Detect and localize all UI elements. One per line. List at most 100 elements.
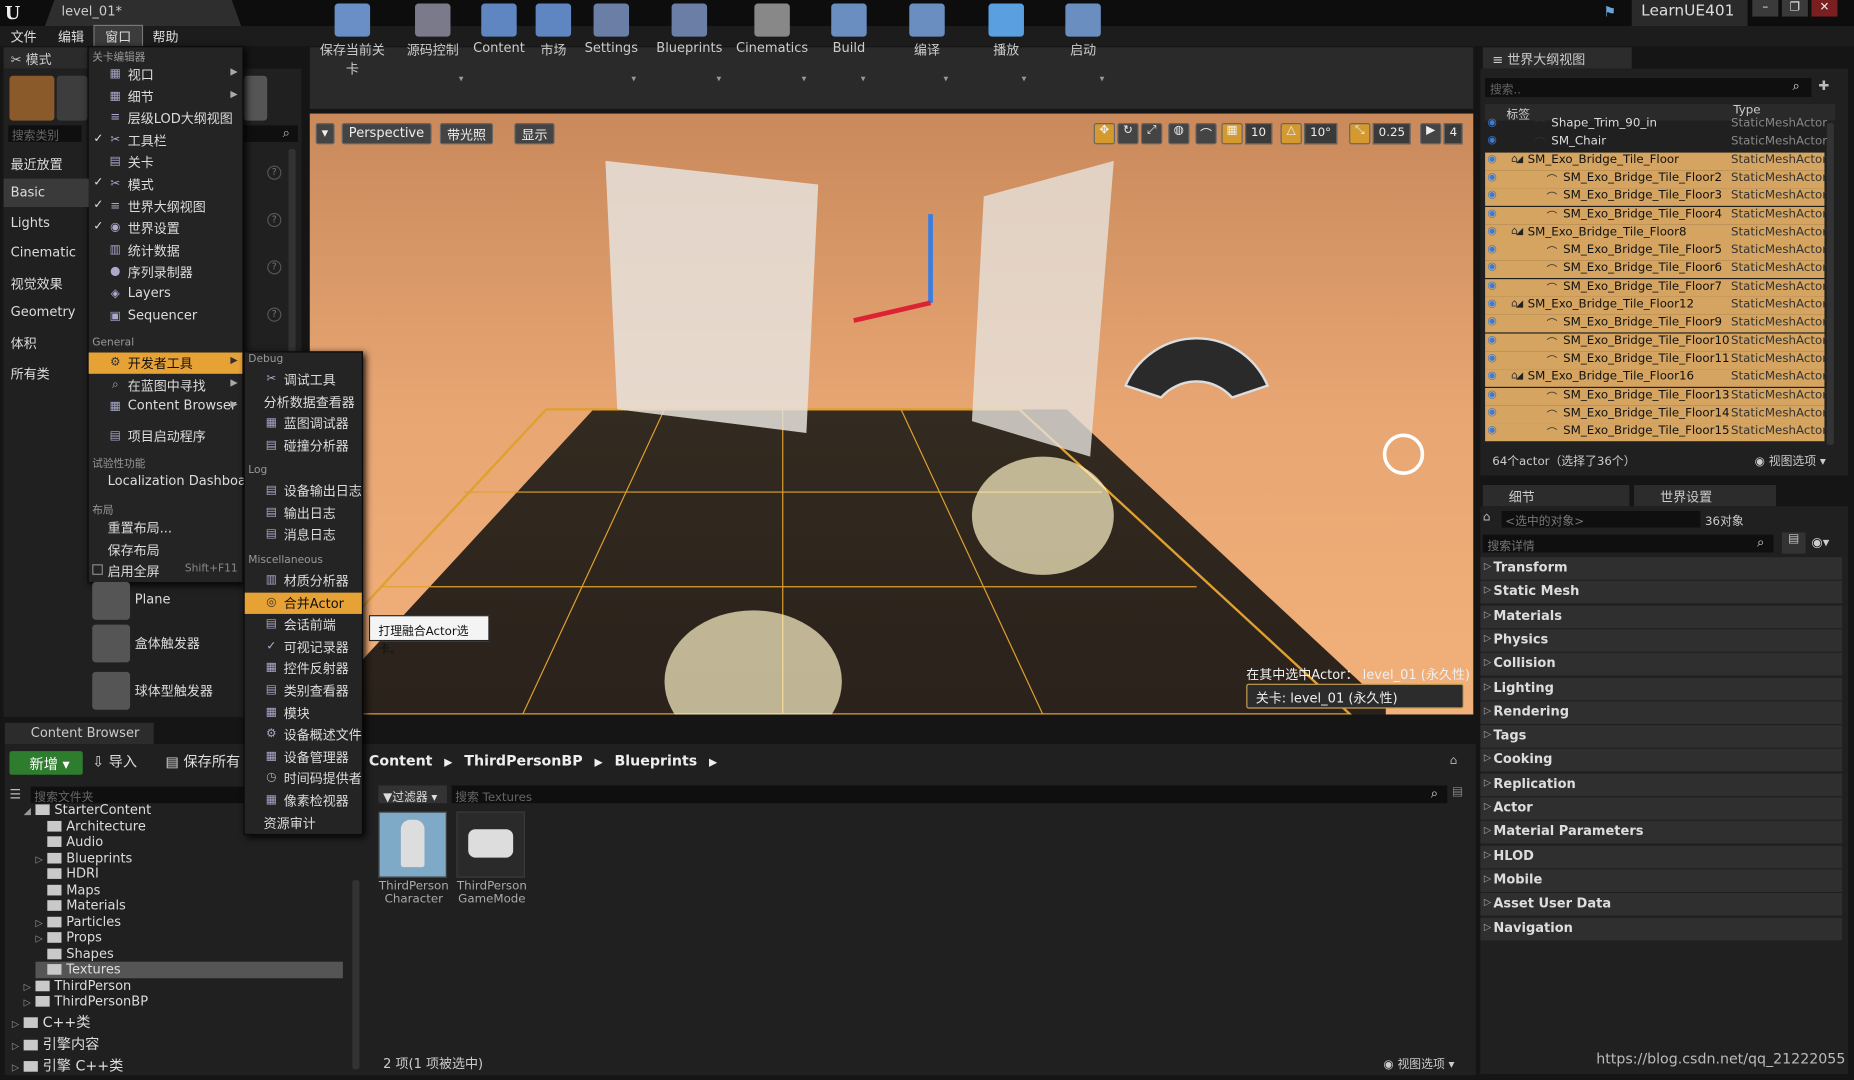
outliner-row[interactable]: ◉ ⌒ SM_Exo_Bridge_Tile_Floor9 StaticMeshAct… [1485, 315, 1827, 333]
folder-tree-scrollbar[interactable] [352, 880, 360, 1070]
dev-menu-item[interactable]: ✓ 可视记录器 [245, 636, 362, 657]
details-section-actor[interactable]: Actor [1480, 797, 1843, 820]
outliner-view-options[interactable]: ◉ 视图选项 ▾ [1755, 451, 1826, 468]
restore-icon[interactable]: ❐ [1781, 0, 1808, 17]
visibility-eye-icon[interactable]: ◉ [1487, 334, 1501, 346]
help-icon[interactable]: ? [267, 212, 282, 228]
details-section-cooking[interactable]: Cooking [1480, 749, 1843, 772]
save-all-button[interactable]: ▤ 保存所有 [166, 751, 241, 771]
toolbar-button-10[interactable]: 启动 [1057, 3, 1109, 61]
details-section-collision[interactable]: Collision [1480, 653, 1843, 676]
toolbar-button-1[interactable]: 源码控制 [397, 3, 468, 61]
dev-menu-item[interactable]: ▦ 像素检视器 [245, 790, 362, 811]
grid-size-value[interactable]: 10 [1245, 123, 1272, 145]
minimize-icon[interactable]: – [1752, 0, 1779, 17]
folder-tree-item[interactable]: ▷ ThirdPerson [24, 978, 132, 995]
outliner-row[interactable]: ◉ ⌒ SM_Exo_Bridge_Tile_Floor11 StaticMeshAc… [1485, 351, 1827, 369]
details-section-hlod[interactable]: HLOD [1480, 845, 1843, 868]
camera-speed-value[interactable]: 4 [1443, 123, 1464, 145]
asset-tile[interactable]: ThirdPerson Character [378, 811, 449, 917]
outliner-row[interactable]: ◉ ⌒ SM_Exo_Bridge_Tile_Floor13 StaticMeshAc… [1485, 387, 1827, 406]
sources-panel-icon[interactable]: ☰ [9, 787, 21, 802]
breadcrumb-item[interactable]: Content [369, 752, 433, 769]
folder-tree-item[interactable]: ▷ ThirdPersonBP [24, 994, 148, 1011]
dev-menu-item[interactable]: ▦ 蓝图调试器 [245, 413, 362, 434]
window-menu-item[interactable]: ▣ Sequencer [89, 306, 243, 327]
scale-tool-icon[interactable]: ⤢ [1141, 123, 1163, 145]
dev-menu-item[interactable]: 分析数据查看器 [245, 391, 362, 412]
chevron-down-icon[interactable]: ▾ [1100, 73, 1105, 84]
modes-tab[interactable]: ✂ 模式 [3, 47, 89, 69]
content-browser-tab[interactable]: Content Browser [4, 722, 154, 745]
outliner-row[interactable]: ◉ ⌒ Shape_Trim_90_in StaticMeshActor [1485, 116, 1827, 134]
visibility-eye-icon[interactable]: ◉ [1487, 226, 1501, 238]
outliner-row[interactable]: ◉ ◢ ⌂ SM_Exo_Bridge_Tile_Floor16 StaticMeshA… [1485, 369, 1827, 388]
outliner-row[interactable]: ◉ ⌒ SM_Exo_Bridge_Tile_Floor15 StaticMeshAc… [1485, 423, 1827, 442]
visibility-eye-icon[interactable]: ◉ [1487, 189, 1501, 201]
translate-tool-icon[interactable]: ✥ [1093, 123, 1116, 145]
category-1[interactable]: Basic [3, 178, 89, 208]
breadcrumb-item[interactable]: ThirdPersonBP [464, 752, 582, 769]
outliner-row[interactable]: ◉ ⌒ SM_Exo_Bridge_Tile_Floor7 StaticMeshAct… [1485, 278, 1827, 297]
asset-search-input[interactable]: 搜索 Textures [451, 785, 1448, 804]
show-button[interactable]: 显示 [514, 123, 555, 145]
window-menu-item[interactable]: ▥ 统计数据 [89, 240, 243, 261]
dev-menu-item[interactable]: ▤ 设备输出日志 [245, 480, 362, 501]
window-menu-item[interactable]: ● 序列录制器 [89, 262, 243, 283]
details-tab[interactable]: 细节 [1482, 484, 1630, 507]
grid-snap-icon[interactable]: ▦ [1221, 123, 1243, 145]
asset-tile[interactable]: ThirdPerson GameMode [456, 811, 527, 917]
expand-icon[interactable]: ◢ [24, 806, 36, 817]
folder-tree-item[interactable]: ▷ C++类 [12, 1011, 91, 1032]
world-outliner-tab[interactable]: ≡ 世界大纲视图 [1482, 47, 1632, 69]
window-menu-item[interactable]: 重置布局... [89, 517, 243, 538]
toolbar-button-3[interactable]: 市场 [532, 3, 575, 61]
expand-icon[interactable]: ▷ [12, 1062, 24, 1073]
rotation-snap-icon[interactable]: △ [1280, 123, 1302, 145]
filters-button[interactable]: ▼过滤器 ▾ [378, 785, 447, 804]
window-menu-item[interactable]: ▤ 关卡 [89, 152, 243, 173]
viewport-options-button[interactable]: ▾ [315, 123, 335, 145]
visibility-eye-icon[interactable]: ◉ [1487, 389, 1501, 401]
outliner-row[interactable]: ◉ ⌒ SM_Exo_Bridge_Tile_Floor2 StaticMeshAct… [1485, 170, 1827, 188]
checkbox[interactable] [92, 564, 103, 576]
folder-tree-item[interactable]: Architecture [35, 818, 146, 835]
window-menu-item[interactable]: ⌕ 在蓝图中寻找 ▶ [89, 375, 243, 396]
chevron-down-icon[interactable]: ▾ [1022, 73, 1027, 84]
visibility-eye-icon[interactable]: ◉ [1487, 316, 1501, 328]
details-section-rendering[interactable]: Rendering [1480, 701, 1843, 724]
dev-menu-item[interactable]: ▤ 碰撞分析器 [245, 435, 362, 456]
dev-menu-item[interactable]: ⚙ 设备概述文件 [245, 724, 362, 745]
lock-icon[interactable]: ⌂ [1450, 755, 1458, 768]
details-section-tags[interactable]: Tags [1480, 725, 1843, 748]
place-item[interactable]: 盒体触发器 [90, 622, 244, 665]
expand-icon[interactable]: ▷ [12, 1040, 24, 1051]
outliner-row[interactable]: ◉ ⌒ SM_Exo_Bridge_Tile_Floor6 StaticMeshAct… [1485, 260, 1827, 279]
help-icon[interactable]: ? [267, 307, 282, 322]
toolbar-button-8[interactable]: 编译 [901, 3, 953, 61]
place-mode-icon[interactable] [9, 75, 55, 121]
expand-icon[interactable]: ▷ [12, 1018, 24, 1029]
dev-menu-item[interactable]: ▦ 设备管理器 [245, 746, 362, 767]
toolbar-button-0[interactable]: 保存当前关卡 [315, 3, 391, 77]
visibility-eye-icon[interactable]: ◉ [1487, 244, 1501, 256]
outliner-scrollbar[interactable] [1826, 123, 1834, 445]
folder-tree-item[interactable]: ▷ Particles [35, 914, 121, 931]
breadcrumb-item[interactable]: Blueprints [614, 752, 697, 769]
chevron-down-icon[interactable]: ▾ [631, 73, 636, 84]
folder-tree-item[interactable]: ▷ Blueprints [35, 850, 132, 867]
visibility-eye-icon[interactable]: ◉ [1487, 171, 1501, 183]
window-menu-item[interactable]: ≡ 层级LOD大纲视图 [89, 108, 243, 129]
property-matrix-icon[interactable]: ▤ [1781, 532, 1806, 554]
details-section-transform[interactable]: Transform [1480, 557, 1843, 580]
dev-menu-item[interactable]: ▥ 材质分析器 [245, 570, 362, 591]
window-menu-item[interactable]: ⚙ 开发者工具 ▶ [88, 352, 243, 374]
category-2[interactable]: Lights [4, 209, 89, 237]
dev-menu-item[interactable]: ◷ 时间码提供者 [245, 768, 362, 789]
outliner-row[interactable]: ◉ ⌒ SM_Exo_Bridge_Tile_Floor4 StaticMeshAct… [1485, 206, 1827, 225]
place-item[interactable]: 球体型触发器 [90, 670, 244, 713]
outliner-row[interactable]: ◉ ⌒ SM_Chair StaticMeshActor [1485, 134, 1827, 152]
expand-icon[interactable]: ▷ [35, 853, 47, 864]
save-search-icon[interactable]: ▤ [1452, 785, 1463, 798]
window-menu-item[interactable]: ✓ ≡ 世界大纲视图 [89, 196, 243, 217]
